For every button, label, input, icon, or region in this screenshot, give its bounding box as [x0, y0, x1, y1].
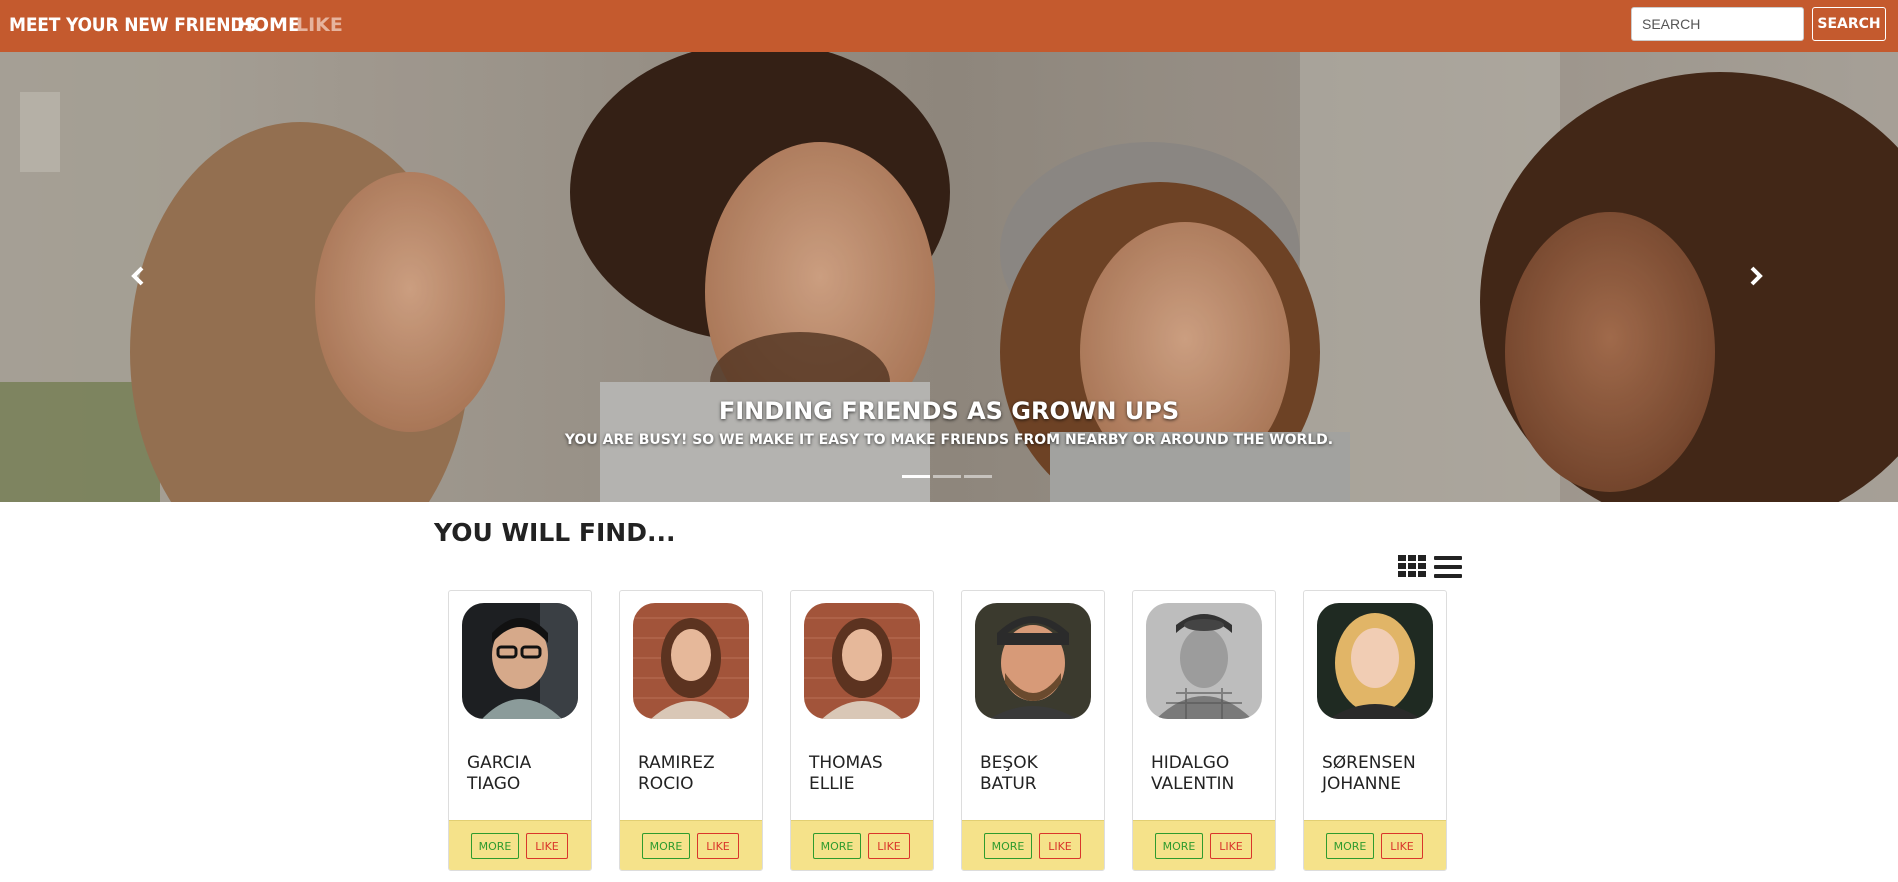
view-toggle: [1398, 554, 1463, 580]
friend-card: HIDALGO VALENTIN MORE LIKE: [1132, 590, 1276, 871]
friend-first-name: TIAGO: [467, 774, 521, 794]
more-button[interactable]: MORE: [813, 833, 861, 859]
friend-name: THOMAS ELLIE: [809, 753, 883, 795]
hero-carousel: FINDING FRIENDS AS GROWN UPS YOU ARE BUS…: [0, 52, 1898, 502]
more-button[interactable]: MORE: [1326, 833, 1374, 859]
chevron-left-icon[interactable]: [118, 258, 158, 298]
avatar[interactable]: [804, 603, 920, 719]
friend-name: RAMIREZ ROCIO: [638, 753, 715, 795]
friend-last-name: THOMAS: [809, 753, 883, 773]
list-view-icon[interactable]: [1433, 554, 1463, 580]
friend-last-name: RAMIREZ: [638, 753, 715, 773]
more-button[interactable]: MORE: [642, 833, 690, 859]
card-footer: MORE LIKE: [449, 820, 591, 870]
search-button[interactable]: SEARCH: [1812, 7, 1886, 41]
like-button[interactable]: LIKE: [697, 833, 739, 859]
like-button[interactable]: LIKE: [1210, 833, 1252, 859]
friend-cards: GARCIA TIAGO MORE LIKE RAMIREZ ROCIO MOR…: [448, 590, 1447, 871]
carousel-indicator[interactable]: [964, 475, 992, 478]
friend-first-name: JOHANNE: [1322, 774, 1401, 794]
grid-view-icon[interactable]: [1398, 554, 1428, 580]
like-button[interactable]: LIKE: [868, 833, 910, 859]
friend-first-name: ELLIE: [809, 774, 855, 794]
avatar[interactable]: [1146, 603, 1262, 719]
friend-last-name: GARCIA: [467, 753, 532, 773]
carousel-indicator[interactable]: [933, 475, 961, 478]
avatar[interactable]: [975, 603, 1091, 719]
friend-last-name: SØRENSEN: [1322, 753, 1416, 773]
carousel-caption-subtitle: YOU ARE BUSY! SO WE MAKE IT EASY TO MAKE…: [564, 432, 1334, 448]
card-footer: MORE LIKE: [791, 820, 933, 870]
top-navbar: MEET YOUR NEW FRIENDS HOME LIKE SEARCH: [0, 0, 1898, 52]
chevron-right-icon[interactable]: [1736, 258, 1776, 298]
like-button[interactable]: LIKE: [1039, 833, 1081, 859]
search-input[interactable]: [1631, 7, 1804, 41]
card-footer: MORE LIKE: [1133, 820, 1275, 870]
avatar[interactable]: [1317, 603, 1433, 719]
friend-first-name: ROCIO: [638, 774, 694, 794]
avatar[interactable]: [462, 603, 578, 719]
more-button[interactable]: MORE: [1155, 833, 1203, 859]
brand-title[interactable]: MEET YOUR NEW FRIENDS: [9, 14, 257, 36]
card-footer: MORE LIKE: [1304, 820, 1446, 870]
more-button[interactable]: MORE: [984, 833, 1032, 859]
friend-last-name: HIDALGO: [1151, 753, 1230, 773]
friend-card: RAMIREZ ROCIO MORE LIKE: [619, 590, 763, 871]
friend-card: GARCIA TIAGO MORE LIKE: [448, 590, 592, 871]
friend-last-name: BEŞOK: [980, 753, 1038, 773]
friend-card: SØRENSEN JOHANNE MORE LIKE: [1303, 590, 1447, 871]
friend-name: BEŞOK BATUR: [980, 753, 1038, 795]
nav-link-like[interactable]: LIKE: [296, 14, 343, 36]
like-button[interactable]: LIKE: [526, 833, 568, 859]
card-footer: MORE LIKE: [962, 820, 1104, 870]
friend-name: HIDALGO VALENTIN: [1151, 753, 1234, 795]
carousel-indicators: [902, 475, 992, 478]
friend-first-name: BATUR: [980, 774, 1037, 794]
avatar[interactable]: [633, 603, 749, 719]
more-button[interactable]: MORE: [471, 833, 519, 859]
friend-name: SØRENSEN JOHANNE: [1322, 753, 1416, 795]
carousel-caption-title: FINDING FRIENDS AS GROWN UPS: [718, 397, 1180, 425]
friend-name: GARCIA TIAGO: [467, 753, 531, 795]
like-button[interactable]: LIKE: [1381, 833, 1423, 859]
section-title: YOU WILL FIND...: [434, 518, 676, 547]
friend-card: BEŞOK BATUR MORE LIKE: [961, 590, 1105, 871]
card-footer: MORE LIKE: [620, 820, 762, 870]
nav-link-home[interactable]: HOME: [237, 14, 301, 36]
friend-card: THOMAS ELLIE MORE LIKE: [790, 590, 934, 871]
carousel-indicator[interactable]: [902, 475, 930, 478]
friend-first-name: VALENTIN: [1151, 774, 1235, 794]
